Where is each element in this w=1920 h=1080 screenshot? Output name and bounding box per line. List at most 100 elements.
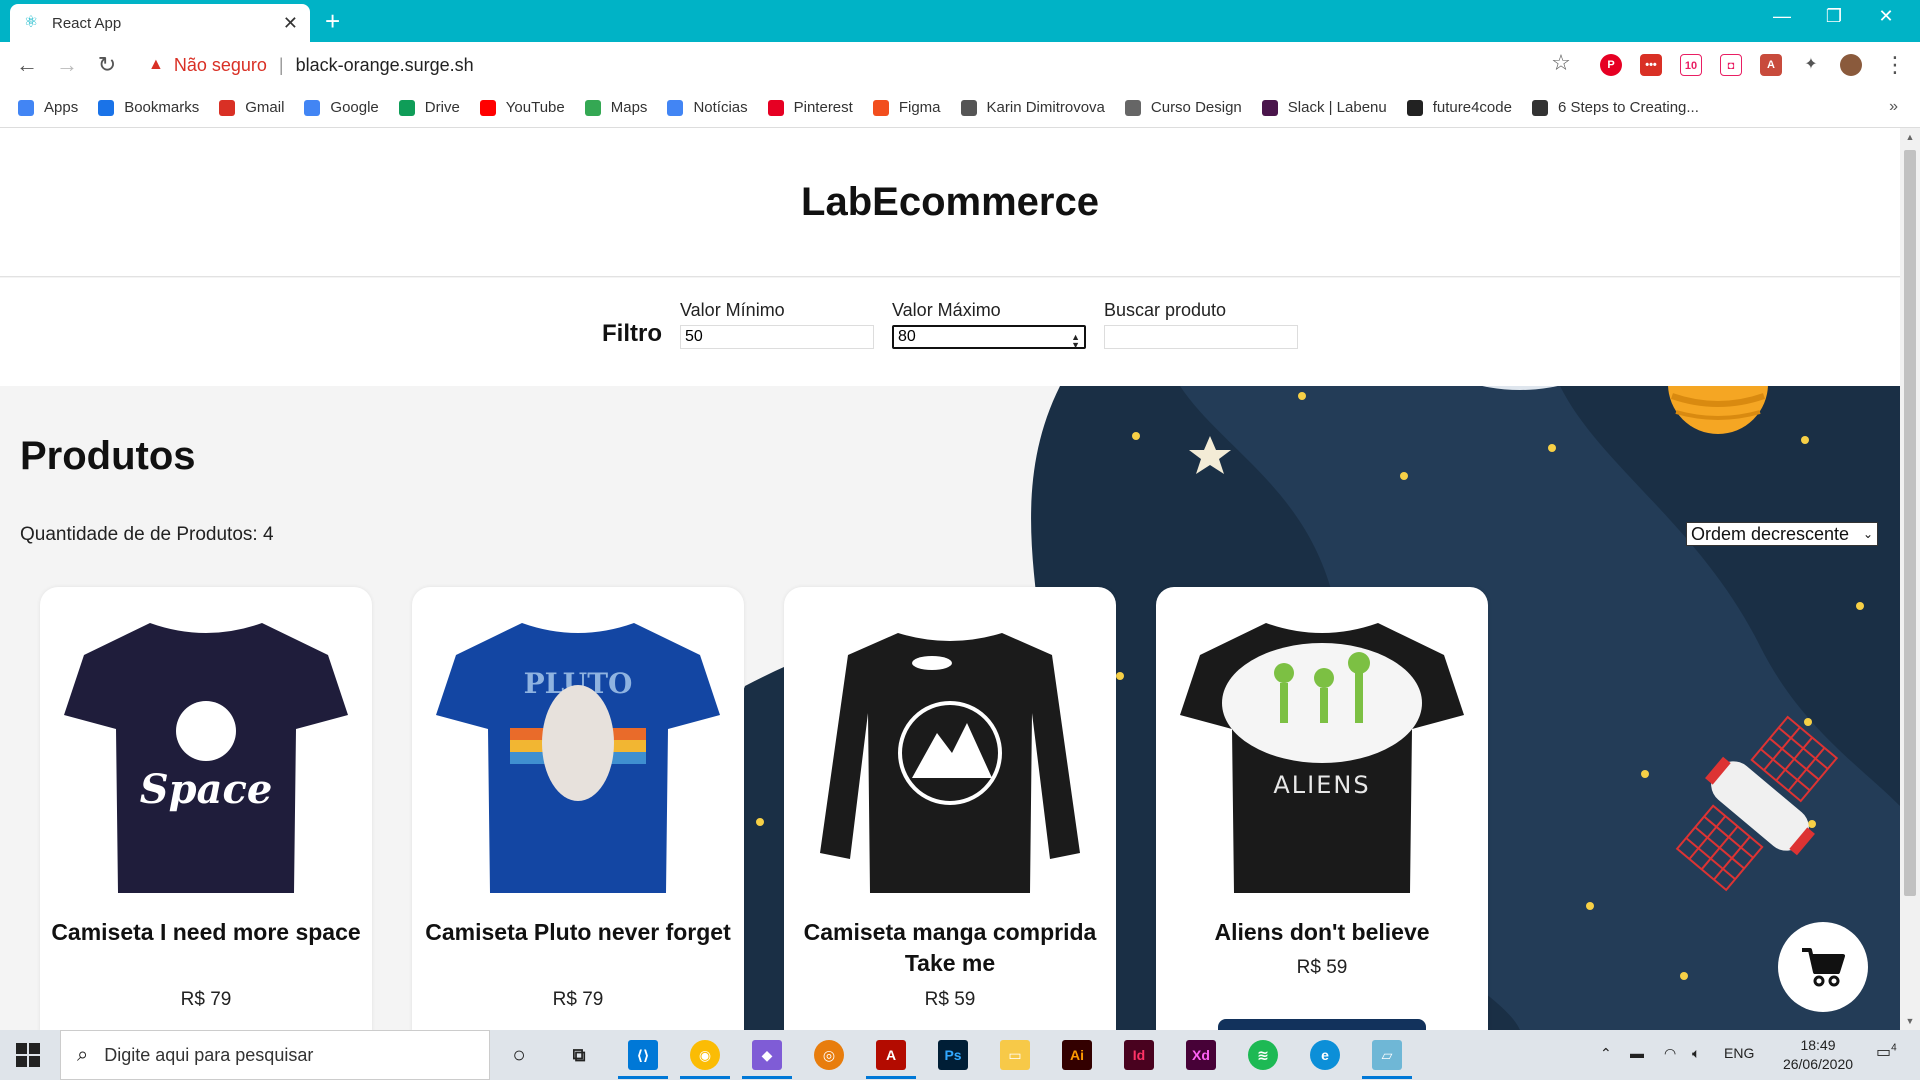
lastpass-extension-icon[interactable]: ••• <box>1640 54 1662 76</box>
back-arrow-icon[interactable]: ← <box>12 52 42 78</box>
bookmark-item[interactable]: YouTube <box>479 99 565 116</box>
profile-avatar[interactable] <box>1840 54 1862 76</box>
scroll-up-icon[interactable]: ▲ <box>1900 132 1920 142</box>
product-card: Camiseta manga comprida Take me R$ 59 <box>784 587 1116 1030</box>
page-scrollbar[interactable]: ▲ ▼ <box>1900 128 1920 1030</box>
taskbar-clock[interactable]: 18:49 26/06/2020 <box>1778 1036 1858 1074</box>
pdf-extension-icon[interactable]: A <box>1760 54 1782 76</box>
bookmark-item[interactable]: Drive <box>398 99 460 116</box>
taskbar-search-box[interactable]: ⌕ Digite aqui para pesquisar <box>60 1030 490 1080</box>
max-value-input[interactable] <box>892 325 1086 349</box>
language-indicator[interactable]: ENG <box>1724 1045 1754 1061</box>
number-spinner-icon[interactable]: ▲ ▼ <box>1071 333 1080 350</box>
close-tab-icon[interactable]: ✕ <box>283 13 298 34</box>
photoshop-icon[interactable]: Ps <box>938 1040 968 1070</box>
omnibox[interactable]: ▲ Não seguro | black-orange.surge.sh <box>136 48 1568 82</box>
volume-icon[interactable]: 🔈︎ <box>1692 1045 1700 1062</box>
minimize-window-button[interactable]: — <box>1762 6 1802 27</box>
figma-icon <box>872 99 889 116</box>
google-icon <box>304 99 321 116</box>
bookmark-label: Notícias <box>693 99 748 116</box>
vscode-icon[interactable]: ⟨⟩ <box>628 1040 658 1070</box>
extension-badge-icon[interactable]: 10 <box>1680 54 1702 76</box>
pocket-extension-icon[interactable]: ◘ <box>1720 54 1742 76</box>
bookmark-label: Karin Dimitrovova <box>986 99 1105 116</box>
bookmark-item[interactable]: Maps <box>584 99 647 116</box>
bookmark-star-icon[interactable]: ☆ <box>1546 50 1576 76</box>
product-name: Camiseta I need more space <box>51 919 361 945</box>
app-header: LabEcommerce <box>0 128 1900 277</box>
new-tab-button[interactable]: + <box>325 6 340 36</box>
bookmark-item[interactable]: Notícias <box>667 99 748 116</box>
bookmark-item[interactable]: 6 Steps to Creating... <box>1531 99 1699 116</box>
bookmark-label: Pinterest <box>793 99 853 116</box>
battery-icon[interactable]: ▬ <box>1630 1045 1644 1061</box>
product-price: R$ 79 <box>552 989 604 1010</box>
filter-bar: Filtro Valor Mínimo Valor Máximo ▲▼ Busc… <box>0 278 1900 386</box>
gitkraken-icon[interactable]: ◆ <box>752 1040 782 1070</box>
windows-start-icon[interactable] <box>16 1043 40 1067</box>
adobe-xd-icon[interactable]: Xd <box>1186 1040 1216 1070</box>
bookmark-item[interactable]: Google <box>304 99 379 116</box>
spotify-icon[interactable]: ≋ <box>1248 1040 1278 1070</box>
more-bookmarks-chevron-icon[interactable]: » <box>1889 98 1898 116</box>
cortana-icon[interactable]: ○ <box>504 1040 534 1070</box>
warning-triangle-icon: ▲ <box>148 56 164 73</box>
acrobat-icon[interactable]: A <box>876 1040 906 1070</box>
search-icon: ⌕ <box>77 1043 89 1066</box>
bookmark-label: future4code <box>1432 99 1512 116</box>
min-value-input[interactable] <box>680 325 874 349</box>
bookmark-item[interactable]: Pinterest <box>767 99 853 116</box>
forward-arrow-icon[interactable]: → <box>52 52 82 78</box>
app-window-icon[interactable]: ▱ <box>1372 1040 1402 1070</box>
scroll-down-icon[interactable]: ▼ <box>1900 1016 1920 1026</box>
reload-icon[interactable]: ↻ <box>92 52 122 78</box>
pinterest-icon <box>767 99 784 116</box>
edge-icon[interactable]: e <box>1310 1040 1340 1070</box>
sort-select[interactable]: Ordem decrescente ⌄ <box>1686 522 1878 546</box>
bookmark-item[interactable]: Bookmarks <box>98 99 199 116</box>
file-explorer-icon[interactable]: ▭ <box>1000 1040 1030 1070</box>
search-product-input[interactable] <box>1104 325 1298 349</box>
tshirt-image <box>820 633 1080 893</box>
notifications-icon[interactable]: ▭4 <box>1876 1042 1897 1062</box>
cart-button[interactable] <box>1778 922 1868 1012</box>
bookmark-label: Drive <box>424 99 460 116</box>
product-name: Camiseta manga comprida Take me <box>803 919 1097 976</box>
tray-chevron-up-icon[interactable]: ⌃ <box>1600 1045 1612 1062</box>
github-icon <box>1406 99 1423 116</box>
search-product-label: Buscar produto <box>1104 300 1227 320</box>
bookmark-item[interactable]: Figma <box>872 99 941 116</box>
wifi-icon[interactable]: ◠ <box>1664 1045 1676 1062</box>
task-view-icon[interactable]: ⧉ <box>564 1040 594 1070</box>
bookmark-item[interactable]: Slack | Labenu <box>1261 99 1387 116</box>
product-card: ALIENS Aliens don't believe R$ 59 <box>1156 587 1488 1030</box>
indesign-icon[interactable]: Id <box>1124 1040 1154 1070</box>
blender-icon[interactable]: ◎ <box>814 1040 844 1070</box>
product-price: R$ 59 <box>924 989 976 1010</box>
bookmark-item[interactable]: future4code <box>1406 99 1512 116</box>
maximize-window-button[interactable]: ❐ <box>1814 6 1854 27</box>
min-value-group: Valor Mínimo <box>680 300 874 349</box>
bookmark-label: Apps <box>44 99 79 116</box>
browser-tab[interactable]: ⚛ React App ✕ <box>10 4 310 42</box>
bookmark-item[interactable]: Karin Dimitrovova <box>960 99 1105 116</box>
illustrator-icon[interactable]: Ai <box>1062 1040 1092 1070</box>
extensions-puzzle-icon[interactable]: ✦ <box>1800 54 1822 76</box>
scrollbar-thumb[interactable] <box>1904 150 1916 896</box>
product-price: R$ 79 <box>180 989 232 1010</box>
bookmark-item[interactable]: Gmail <box>219 99 284 116</box>
bookmark-label: Figma <box>898 99 941 116</box>
menu-kebab-icon[interactable]: ⋮ <box>1880 52 1910 78</box>
youtube-icon <box>479 99 496 116</box>
karin-icon <box>960 99 977 116</box>
url-text: black-orange.surge.sh <box>295 54 474 75</box>
add-to-cart-button[interactable] <box>1218 1019 1426 1030</box>
bookmark-label: 6 Steps to Creating... <box>1557 99 1699 116</box>
pinterest-extension-icon[interactable]: P <box>1600 54 1622 76</box>
star-icon <box>98 99 115 116</box>
chrome-icon[interactable]: ◉ <box>690 1040 720 1070</box>
bookmark-item[interactable]: Apps <box>18 99 78 116</box>
close-window-button[interactable]: ✕ <box>1866 6 1906 27</box>
bookmark-item[interactable]: Curso Design <box>1124 99 1242 116</box>
